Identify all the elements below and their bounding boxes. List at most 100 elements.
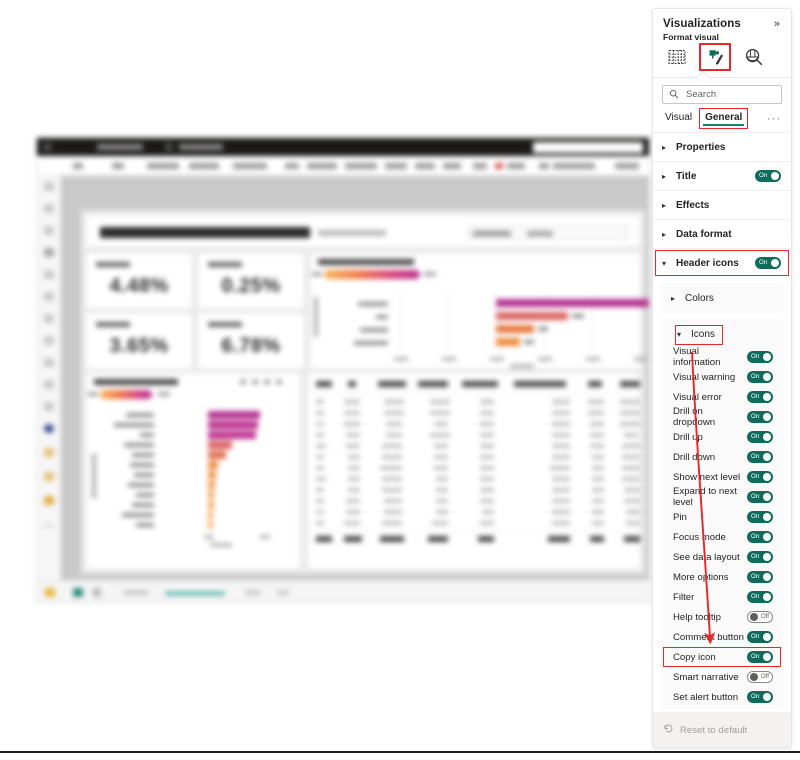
toggle-knob [763, 573, 771, 581]
selected-tab-caret [697, 72, 709, 78]
option-pin[interactable]: Pin On [661, 507, 783, 527]
option-copy-icon[interactable]: Copy icon On [661, 647, 783, 667]
option-toggle[interactable]: On [747, 391, 773, 403]
option-drill-up[interactable]: Drill up On [661, 427, 783, 447]
reset-to-default-label: Reset to default [680, 724, 748, 736]
option-toggle[interactable]: On [747, 591, 773, 603]
format-tabs: Visual General ··· [653, 108, 791, 132]
toggle-state-label: On [751, 512, 760, 520]
search-input[interactable] [684, 88, 775, 101]
toggle-state-label: On [751, 652, 760, 660]
toggle-knob [763, 473, 771, 481]
option-smart-narrative[interactable]: Smart narrative Off [661, 667, 783, 687]
option-toggle[interactable]: On [747, 571, 773, 583]
option-toggle[interactable]: On [747, 631, 773, 643]
country-bar-chart-visual [85, 372, 301, 570]
analytics-magnifier-icon[interactable] [741, 46, 765, 68]
option-label: Drill on dropdown [673, 406, 716, 428]
bottom-rule [0, 751, 800, 753]
format-paint-roller-icon[interactable] [699, 43, 731, 71]
option-toggle[interactable]: Off [747, 671, 773, 683]
option-drill-down[interactable]: Drill down On [661, 447, 783, 467]
subsection-colors-card: ▸ Colors [661, 283, 783, 313]
option-toggle[interactable]: On [747, 451, 773, 463]
section-title[interactable]: ▸ Title On [653, 161, 791, 190]
option-toggle[interactable]: On [747, 491, 773, 503]
pane-title: Visualizations [663, 18, 741, 30]
section-title-toggle[interactable]: On [755, 170, 781, 182]
section-data-format[interactable]: ▸ Data format [653, 219, 791, 248]
option-toggle[interactable]: On [747, 351, 773, 363]
section-header-icons-toggle[interactable]: On [755, 257, 781, 269]
bar-chart-visual [309, 252, 649, 370]
report-status-bar [37, 580, 649, 602]
reset-to-default-button[interactable]: Reset to default [653, 712, 791, 747]
section-effects[interactable]: ▸ Effects [653, 190, 791, 219]
option-visual-warning[interactable]: Visual warning On [661, 367, 783, 387]
toggle-state-label: On [751, 372, 760, 380]
section-header-icons[interactable]: ▾ Header icons On [653, 248, 791, 277]
tab-overflow-icon[interactable]: ··· [767, 113, 781, 125]
section-data-format-label: Data format [676, 228, 732, 240]
search-box[interactable] [662, 85, 782, 104]
kpi-value: 3.65% [109, 335, 169, 357]
toggle-state-label: Off [760, 672, 769, 680]
option-comment-button[interactable]: Comment button On [661, 627, 783, 647]
option-label: Visual warning [673, 371, 736, 383]
format-visual-label: Format visual [663, 32, 719, 42]
toggle-knob [750, 673, 758, 681]
kpi-value: 6.78% [221, 335, 281, 357]
subsection-colors-label: Colors [685, 292, 714, 304]
section-effects-label: Effects [676, 199, 710, 211]
option-label: Smart narrative [673, 671, 739, 683]
toggle-knob [763, 453, 771, 461]
search-icon [669, 86, 679, 104]
option-toggle[interactable]: On [747, 651, 773, 663]
option-toggle[interactable]: Off [747, 611, 773, 623]
option-label: More options [673, 571, 729, 583]
data-table-visual [307, 372, 641, 570]
option-visual-error[interactable]: Visual error On [661, 387, 783, 407]
toggle-state-label: On [751, 532, 760, 540]
section-properties[interactable]: ▸ Properties [653, 132, 791, 161]
option-focus-mode[interactable]: Focus mode On [661, 527, 783, 547]
chevron-right-icon: ▸ [662, 171, 667, 181]
option-toggle[interactable]: On [747, 471, 773, 483]
option-label: Drill down [673, 451, 716, 463]
option-more-options[interactable]: More options On [661, 567, 783, 587]
option-label: Show next level [673, 471, 741, 483]
toggle-knob [763, 633, 771, 641]
toggle-knob [763, 393, 771, 401]
option-toggle[interactable]: On [747, 411, 773, 423]
tab-general[interactable]: General [699, 108, 749, 129]
report-ribbon [37, 156, 649, 176]
option-filter[interactable]: Filter On [661, 587, 783, 607]
option-help-tooltip[interactable]: Help tooltip Off [661, 607, 783, 627]
report-top-bar [37, 138, 649, 156]
option-toggle[interactable]: On [747, 371, 773, 383]
toggle-state-label: On [751, 432, 760, 440]
option-see-data-layout[interactable]: See data layout On [661, 547, 783, 567]
toggle-knob [750, 613, 758, 621]
option-toggle[interactable]: On [747, 511, 773, 523]
subsection-icons[interactable]: ▾ Icons [661, 321, 783, 347]
tab-visual[interactable]: Visual [663, 111, 694, 126]
option-show-next-level[interactable]: Show next level On [661, 467, 783, 487]
option-drill-on-dropdown[interactable]: Drill on dropdown On [661, 406, 783, 428]
option-set-alert-button[interactable]: Set alert button On [661, 687, 783, 707]
option-label: Expand to next level [673, 486, 738, 508]
kpi-value: 0.25% [221, 275, 281, 297]
subsection-colors[interactable]: ▸ Colors [661, 285, 783, 311]
option-label: Visual error [673, 391, 722, 403]
toggle-knob [763, 653, 771, 661]
collapse-pane-icon[interactable]: » [773, 18, 781, 30]
option-label: Visual information [673, 346, 721, 368]
fields-table-icon[interactable] [665, 46, 689, 68]
report-slicer [468, 226, 628, 239]
option-visual-information[interactable]: Visual information On [661, 346, 783, 368]
option-toggle[interactable]: On [747, 551, 773, 563]
option-expand-to-next-level[interactable]: Expand to next level On [661, 486, 783, 508]
option-toggle[interactable]: On [747, 431, 773, 443]
option-toggle[interactable]: On [747, 531, 773, 543]
option-toggle[interactable]: On [747, 691, 773, 703]
